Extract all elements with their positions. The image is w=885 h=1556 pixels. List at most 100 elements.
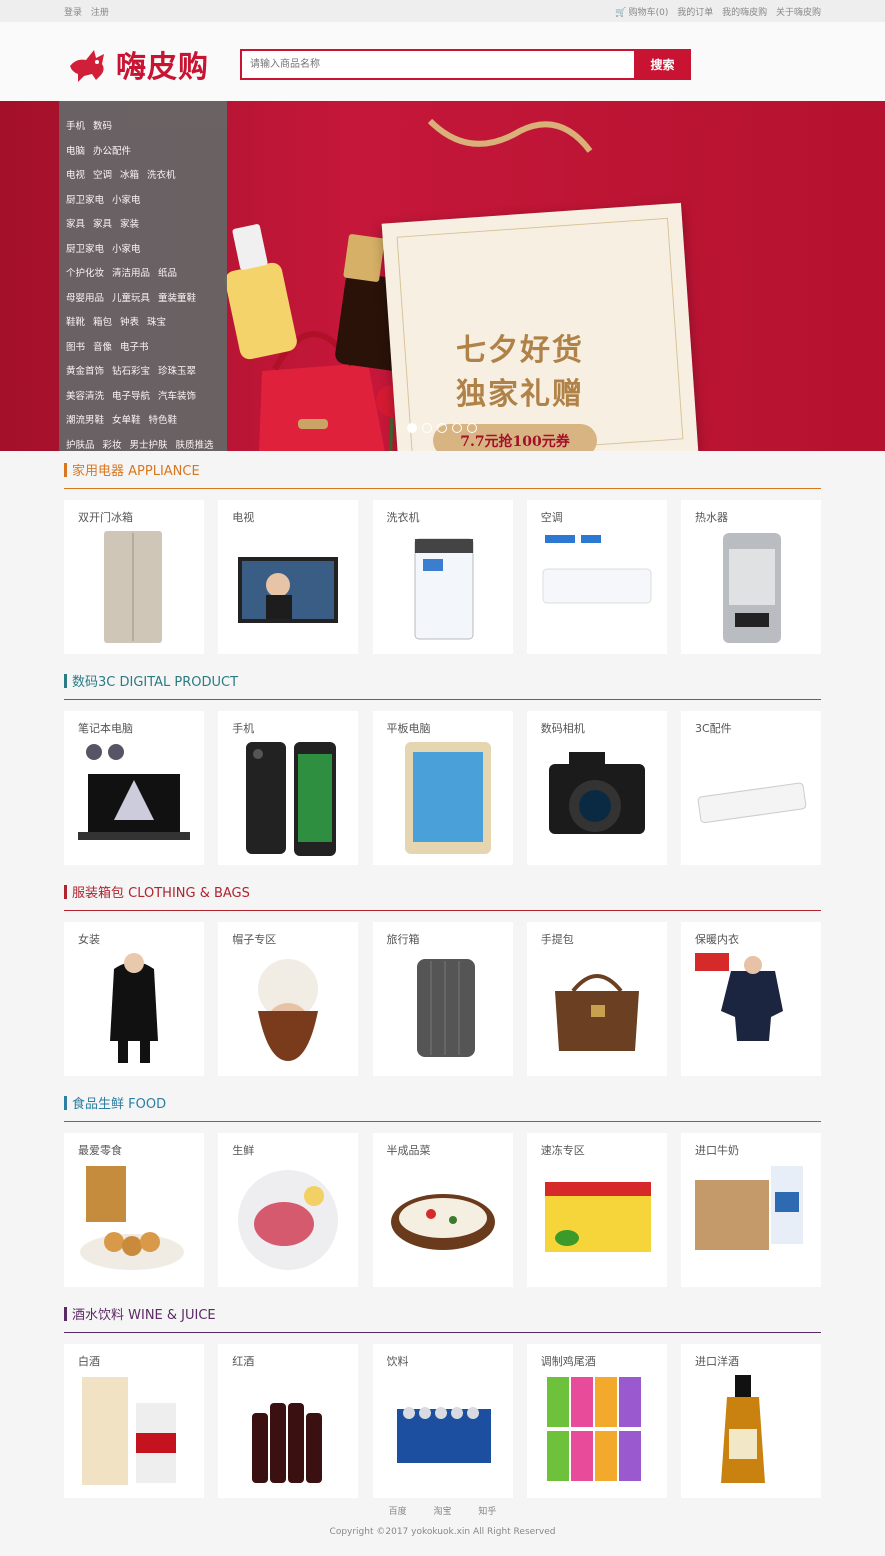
carousel-dot[interactable] [407, 423, 417, 433]
carousel-dot[interactable] [452, 423, 462, 433]
category-section: 服装箱包 CLOTHING & BAGS 女装 帽子专区 旅行箱 手提包 保暖内衣 [64, 873, 821, 1076]
product-image [537, 739, 657, 857]
product-card[interactable]: 笔记本电脑 [64, 711, 204, 865]
my-account-link[interactable]: 我的嗨皮购 [722, 8, 767, 18]
category-link[interactable]: 手机 [66, 118, 85, 132]
category-link[interactable]: 护肤品 [66, 437, 95, 451]
product-card[interactable]: 最爱零食 [64, 1133, 204, 1287]
category-link[interactable]: 电子导航 [112, 388, 150, 402]
cart-link[interactable]: 购物车(0) [629, 8, 669, 18]
product-card[interactable]: 女装 [64, 922, 204, 1076]
category-link[interactable]: 男士护肤 [130, 437, 168, 451]
section-title[interactable]: 酒水饮料 WINE & JUICE [64, 1295, 821, 1333]
category-link[interactable]: 肤质推选 [176, 437, 214, 451]
category-link[interactable]: 厨卫家电 [66, 241, 104, 255]
product-card[interactable]: 电视 [218, 500, 359, 654]
product-card[interactable]: 白酒 [64, 1344, 204, 1498]
product-card[interactable]: 进口牛奶 [681, 1133, 821, 1287]
product-image [74, 950, 194, 1068]
category-link[interactable]: 音像 [93, 339, 112, 353]
login-link[interactable]: 登录 [64, 8, 82, 18]
register-link[interactable]: 注册 [91, 8, 109, 18]
product-card[interactable]: 进口洋酒 [681, 1344, 821, 1498]
category-link[interactable]: 电子书 [120, 339, 149, 353]
category-link[interactable]: 童装童鞋 [158, 290, 196, 304]
promo-title: 七夕好货 独家礼赠 [430, 329, 610, 417]
carousel-dot[interactable] [437, 423, 447, 433]
category-link[interactable]: 珍珠玉翠 [158, 363, 196, 377]
logo[interactable]: 嗨皮购 [66, 42, 209, 86]
category-link[interactable]: 纸品 [158, 265, 177, 279]
category-link[interactable]: 电脑 [66, 143, 85, 157]
search-bar: 搜索 [240, 49, 691, 80]
category-link[interactable]: 厨卫家电 [66, 192, 104, 206]
product-card[interactable]: 保暖内衣 [681, 922, 821, 1076]
category-link[interactable]: 黄金首饰 [66, 363, 104, 377]
product-card[interactable]: 旅行箱 [372, 922, 513, 1076]
category-link[interactable]: 小家电 [112, 192, 141, 206]
search-button[interactable]: 搜索 [634, 49, 691, 80]
category-link[interactable]: 家具 [93, 216, 112, 230]
category-link[interactable]: 空调 [93, 167, 112, 181]
orders-link[interactable]: 我的订单 [677, 8, 713, 18]
product-card-label: 生鲜 [232, 1144, 255, 1157]
product-card[interactable]: 平板电脑 [372, 711, 513, 865]
product-card[interactable]: 生鲜 [218, 1133, 359, 1287]
footer-link[interactable]: 淘宝 [433, 1507, 451, 1517]
product-card[interactable]: 帽子专区 [218, 922, 359, 1076]
category-link[interactable]: 电视 [66, 167, 85, 181]
category-link[interactable]: 冰箱 [120, 167, 139, 181]
product-card[interactable]: 手提包 [526, 922, 667, 1076]
category-link[interactable]: 洗衣机 [147, 167, 176, 181]
about-link[interactable]: 关于嗨皮购 [776, 8, 821, 18]
category-link[interactable]: 个护化妆 [66, 265, 104, 279]
category-link[interactable]: 家具 [66, 216, 85, 230]
category-link[interactable]: 家装 [120, 216, 139, 230]
product-card[interactable]: 洗衣机 [372, 500, 513, 654]
footer-link[interactable]: 百度 [389, 1507, 407, 1517]
product-card[interactable]: 半成品菜 [372, 1133, 513, 1287]
product-card[interactable]: 红酒 [218, 1344, 359, 1498]
search-input[interactable] [240, 49, 634, 80]
product-card[interactable]: 双开门冰箱 [64, 500, 204, 654]
category-link[interactable]: 清洁用品 [112, 265, 150, 279]
section-title[interactable]: 服装箱包 CLOTHING & BAGS [64, 873, 821, 911]
category-link[interactable]: 珠宝 [147, 314, 166, 328]
category-link[interactable]: 办公配件 [93, 143, 131, 157]
category-link[interactable]: 潮流男鞋 [66, 412, 104, 426]
carousel-dot[interactable] [422, 423, 432, 433]
footer-link[interactable]: 知乎 [478, 1507, 496, 1517]
section-title[interactable]: 数码3C DIGITAL PRODUCT [64, 662, 821, 700]
category-link[interactable]: 母婴用品 [66, 290, 104, 304]
category-link[interactable]: 特色鞋 [149, 412, 178, 426]
banner-carousel[interactable]: 七夕好货 独家礼赠 7.7元抢100元券 手机 数码 电脑 办公配件 电视 空调 冰箱 洗衣机… [0, 101, 885, 451]
category-link[interactable]: 汽车装饰 [158, 388, 196, 402]
product-card[interactable]: 数码相机 [526, 711, 667, 865]
carousel-dot[interactable] [467, 423, 477, 433]
category-link[interactable]: 小家电 [112, 241, 141, 255]
product-card[interactable]: 空调 [526, 500, 667, 654]
category-link[interactable]: 彩妆 [103, 437, 122, 451]
category-link[interactable]: 图书 [66, 339, 85, 353]
product-card-row: 白酒 红酒 饮料 调制鸡尾酒 进口洋酒 [64, 1344, 821, 1498]
product-card[interactable]: 饮料 [372, 1344, 513, 1498]
product-card-label: 笔记本电脑 [78, 722, 133, 735]
category-link[interactable]: 钻石彩宝 [112, 363, 150, 377]
section-title[interactable]: 家用电器 APPLIANCE [64, 451, 821, 489]
category-link[interactable]: 美容清洗 [66, 388, 104, 402]
product-card[interactable]: 手机 [218, 711, 359, 865]
product-card[interactable]: 3C配件 [681, 711, 821, 865]
category-menu: 手机 数码 电脑 办公配件 电视 空调 冰箱 洗衣机 厨卫家电 小家电 家具 家具 家装 厨卫家电 小家电个… [59, 101, 227, 451]
header: 嗨皮购 搜索 [0, 22, 885, 101]
category-link[interactable]: 女单鞋 [112, 412, 141, 426]
category-link[interactable]: 数码 [93, 118, 112, 132]
product-card[interactable]: 速冻专区 [526, 1133, 667, 1287]
category-link[interactable]: 钟表 [120, 314, 139, 328]
product-card[interactable]: 热水器 [681, 500, 821, 654]
product-card[interactable]: 调制鸡尾酒 [526, 1344, 667, 1498]
category-link[interactable]: 儿童玩具 [112, 290, 150, 304]
category-link[interactable]: 鞋靴 [66, 314, 85, 328]
category-link[interactable]: 箱包 [93, 314, 112, 328]
section-title[interactable]: 食品生鲜 FOOD [64, 1084, 821, 1122]
product-image [383, 950, 503, 1068]
